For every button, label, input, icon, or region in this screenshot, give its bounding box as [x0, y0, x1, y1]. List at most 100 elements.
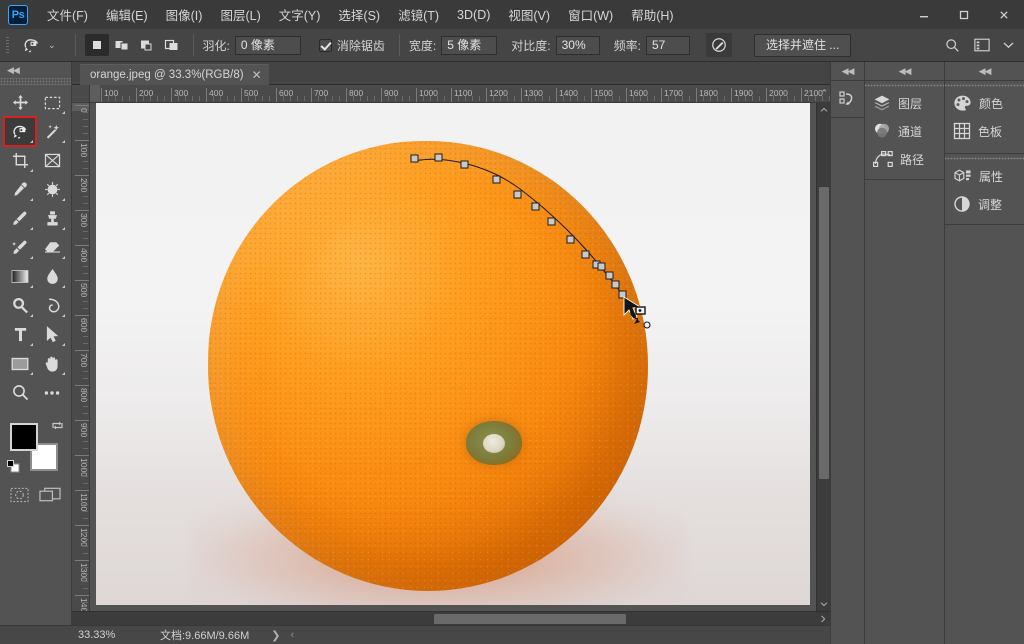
- menu-type[interactable]: 文字(Y): [270, 0, 330, 29]
- clone-stamp-tool[interactable]: [36, 204, 68, 233]
- menu-edit[interactable]: 编辑(E): [97, 0, 157, 29]
- path-selection-tool[interactable]: [36, 320, 68, 349]
- workspace-icon[interactable]: [968, 32, 996, 58]
- crop-tool[interactable]: [4, 146, 36, 175]
- dodge-tool[interactable]: [4, 291, 36, 320]
- search-icon[interactable]: [938, 32, 966, 58]
- tool-more-indicator: [62, 285, 65, 288]
- eyedropper-tool[interactable]: [4, 175, 36, 204]
- new-selection-button[interactable]: [84, 34, 109, 56]
- minimize-button[interactable]: [904, 0, 944, 29]
- menu-view[interactable]: 视图(V): [499, 0, 559, 29]
- chevron-down-icon[interactable]: [998, 32, 1018, 58]
- feather-input[interactable]: 0 像素: [234, 35, 301, 55]
- canvas-horizontal-scrollbar[interactable]: [72, 611, 830, 625]
- document-tab[interactable]: orange.jpeg @ 33.3%(RGB/8) ✕: [80, 64, 269, 85]
- intersect-selection-button[interactable]: [160, 34, 184, 56]
- menu-help[interactable]: 帮助(H): [622, 0, 682, 29]
- move-tool[interactable]: [4, 88, 36, 117]
- panel-group-grip-3[interactable]: [945, 154, 1024, 162]
- pen-pressure-toggle-icon[interactable]: [705, 33, 732, 57]
- status-next-icon[interactable]: ❯: [271, 629, 280, 642]
- antialias-checkbox-row[interactable]: 消除锯齿: [318, 37, 390, 54]
- menu-filter[interactable]: 滤镜(T): [389, 0, 448, 29]
- menu-window[interactable]: 窗口(W): [559, 0, 622, 29]
- scroll-right-icon[interactable]: [816, 612, 830, 626]
- blur-tool[interactable]: [36, 262, 68, 291]
- panel-tab-swatches[interactable]: 色板: [945, 117, 1024, 145]
- menu-layer[interactable]: 图层(L): [211, 0, 269, 29]
- history-brush-tool[interactable]: [4, 233, 36, 262]
- scroll-down-icon[interactable]: [817, 597, 831, 611]
- tools-collapse-button[interactable]: ◀◀: [0, 62, 71, 78]
- spot-healing-brush-tool[interactable]: [36, 175, 68, 204]
- frame-tool[interactable]: [36, 146, 68, 175]
- status-prev-icon[interactable]: ‹: [290, 629, 294, 641]
- rectangle-tool[interactable]: [4, 349, 36, 378]
- edit-toolbar-tool[interactable]: [36, 378, 68, 407]
- ruler-collapse-chevron-icon[interactable]: ⌃: [820, 88, 828, 99]
- options-bar-grip[interactable]: [3, 35, 12, 55]
- tool-preset-chevron-down-icon[interactable]: ⌄: [48, 40, 56, 51]
- panel-tab-paths[interactable]: 路径: [865, 145, 944, 173]
- pen-tool[interactable]: [36, 291, 68, 320]
- menu-image[interactable]: 图像(I): [157, 0, 212, 29]
- quick-mask-mode-icon[interactable]: [10, 487, 29, 508]
- frequency-input[interactable]: 57: [645, 35, 690, 55]
- ruler-corner[interactable]: [72, 85, 90, 103]
- dock-col-b-collapse[interactable]: ◀◀: [865, 62, 944, 80]
- vertical-ruler[interactable]: 0 100 200 300 400 500 600 700 800 900 1000 1100 1200…: [72, 103, 90, 644]
- add-to-selection-button[interactable]: [110, 34, 134, 56]
- panel-tab-properties[interactable]: 属性: [945, 162, 1024, 190]
- document-size-info[interactable]: 文档:9.66M/9.66M: [160, 627, 249, 643]
- swap-colors-icon[interactable]: [51, 419, 64, 435]
- close-icon[interactable]: ✕: [252, 69, 262, 81]
- antialias-checkbox[interactable]: [318, 38, 332, 52]
- screen-mode-icon[interactable]: [39, 487, 61, 508]
- image-canvas[interactable]: [96, 103, 810, 605]
- ruler-minor-tick-h: [633, 96, 634, 101]
- eraser-tool[interactable]: [36, 233, 68, 262]
- hand-tool[interactable]: [36, 349, 68, 378]
- ruler-minor-tick-h: [325, 96, 326, 101]
- tools-grid: [0, 88, 71, 407]
- default-colors-icon[interactable]: [7, 460, 20, 473]
- magnetic-lasso-tool-icon[interactable]: [16, 32, 46, 58]
- subtract-from-selection-button[interactable]: [135, 34, 159, 56]
- horizontal-scroll-thumb[interactable]: [434, 614, 626, 624]
- zoom-level-field[interactable]: 33.33%: [72, 629, 132, 641]
- canvas-viewport[interactable]: [90, 103, 816, 611]
- type-tool[interactable]: [4, 320, 36, 349]
- rectangular-marquee-tool[interactable]: [36, 88, 68, 117]
- menu-select[interactable]: 选择(S): [329, 0, 389, 29]
- menu-3d[interactable]: 3D(D): [448, 3, 499, 27]
- panel-tab-adjustments[interactable]: 调整: [945, 190, 1024, 218]
- menu-file[interactable]: 文件(F): [38, 0, 97, 29]
- brush-tool[interactable]: [4, 204, 36, 233]
- tools-drag-grip[interactable]: [0, 78, 71, 85]
- panel-group-grip-1[interactable]: [865, 81, 944, 89]
- panel-tab-history[interactable]: [831, 81, 864, 117]
- foreground-color-swatch[interactable]: [10, 423, 38, 451]
- panel-tab-layers[interactable]: 图层: [865, 89, 944, 117]
- magnetic-lasso-tool[interactable]: [3, 116, 37, 147]
- canvas-vertical-scrollbar[interactable]: [816, 103, 830, 611]
- panel-tab-color[interactable]: 颜色: [945, 89, 1024, 117]
- vertical-scroll-thumb[interactable]: [819, 187, 829, 479]
- zoom-tool[interactable]: [4, 378, 36, 407]
- close-button[interactable]: [984, 0, 1024, 29]
- gradient-tool[interactable]: [4, 262, 36, 291]
- select-and-mask-button[interactable]: 选择并遮住 ...: [753, 33, 852, 57]
- contrast-input[interactable]: 30%: [555, 35, 600, 55]
- dock-col-c-collapse[interactable]: ◀◀: [945, 62, 1024, 80]
- dock-col-a-collapse[interactable]: ◀◀: [831, 62, 864, 80]
- magic-wand-tool[interactable]: [36, 117, 68, 146]
- panel-tab-channels[interactable]: 通道: [865, 117, 944, 145]
- ruler-tick-h: 1500: [591, 88, 613, 102]
- photoshop-logo-icon: Ps: [8, 4, 28, 25]
- maximize-button[interactable]: [944, 0, 984, 29]
- scroll-up-icon[interactable]: [817, 103, 831, 117]
- horizontal-ruler[interactable]: 100 200 300 400 500 600 700 800 900 1000 1100 1200 1…: [90, 85, 830, 103]
- width-input[interactable]: 5 像素: [441, 35, 498, 55]
- panel-group-grip-2[interactable]: [945, 81, 1024, 89]
